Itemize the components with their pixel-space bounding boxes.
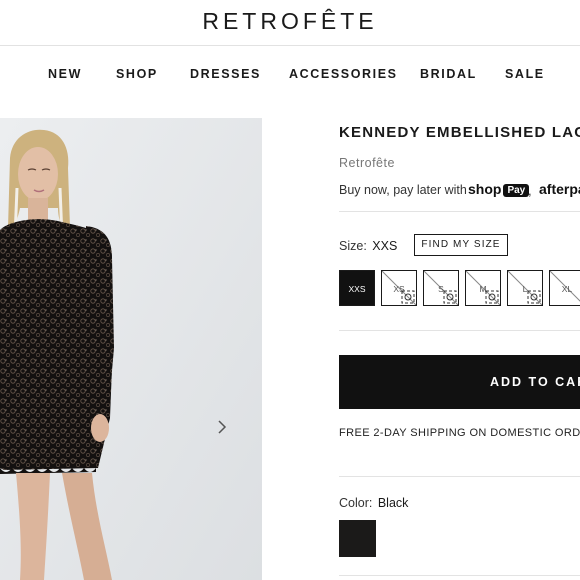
add-to-cart-button[interactable]: ADD TO CART	[339, 355, 580, 409]
product-photo[interactable]	[0, 118, 262, 580]
nav-item-accessories[interactable]: ACCESSORIES	[289, 67, 398, 81]
color-label: Color: Black	[339, 496, 408, 510]
color-value: Black	[377, 496, 409, 510]
header-divider	[0, 45, 580, 46]
chevron-right-icon[interactable]	[215, 417, 229, 437]
nav-item-shop[interactable]: SHOP	[116, 67, 158, 81]
divider	[339, 211, 580, 212]
shop-pay-logo[interactable]: shop Pay	[468, 181, 530, 197]
size-option-label: XXS	[348, 284, 366, 294]
site-logo[interactable]: RETROFÊTE	[0, 8, 580, 35]
size-value: XXS	[372, 239, 398, 253]
pay-separator: ,	[528, 183, 532, 198]
color-swatch-black[interactable]	[339, 520, 376, 557]
size-label-text: Size:	[339, 239, 367, 253]
nav-item-sale[interactable]: SALE	[505, 67, 545, 81]
nav-item-dresses[interactable]: DRESSES	[190, 67, 261, 81]
notify-icon	[485, 290, 499, 304]
product-title: KENNEDY EMBELLISHED LACE	[339, 124, 580, 141]
nav-item-bridal[interactable]: BRIDAL	[420, 67, 477, 81]
shipping-note: FREE 2-DAY SHIPPING ON DOMESTIC ORDERS	[339, 427, 580, 439]
shop-pay-prefix: shop	[468, 181, 502, 197]
pay-later-text: Buy now, pay later with	[339, 183, 467, 197]
size-option-m[interactable]: M	[465, 270, 501, 306]
main-nav: NEW SHOP DRESSES ACCESSORIES BRIDAL SALE	[0, 67, 580, 83]
divider	[339, 575, 580, 576]
divider	[339, 330, 580, 331]
size-option-xxs[interactable]: XXS	[339, 270, 375, 306]
notify-icon	[443, 290, 457, 304]
divider	[339, 476, 580, 477]
afterpay-logo[interactable]: afterpa	[539, 181, 580, 197]
model-illustration	[0, 118, 262, 580]
notify-icon	[527, 290, 541, 304]
size-option-label: XL	[561, 284, 573, 294]
shop-pay-badge: Pay	[503, 184, 530, 197]
size-label: Size: XXS	[339, 239, 397, 253]
color-label-text: Color:	[339, 496, 373, 510]
size-option-s[interactable]: S	[423, 270, 459, 306]
size-option-xs[interactable]: XS	[381, 270, 417, 306]
size-option-l[interactable]: L	[507, 270, 543, 306]
nav-item-new[interactable]: NEW	[48, 67, 82, 81]
product-vendor[interactable]: Retrofête	[339, 156, 395, 170]
notify-icon	[401, 290, 415, 304]
find-my-size-button[interactable]: FIND MY SIZE	[414, 234, 508, 256]
size-option-xl[interactable]: XL	[549, 270, 580, 306]
